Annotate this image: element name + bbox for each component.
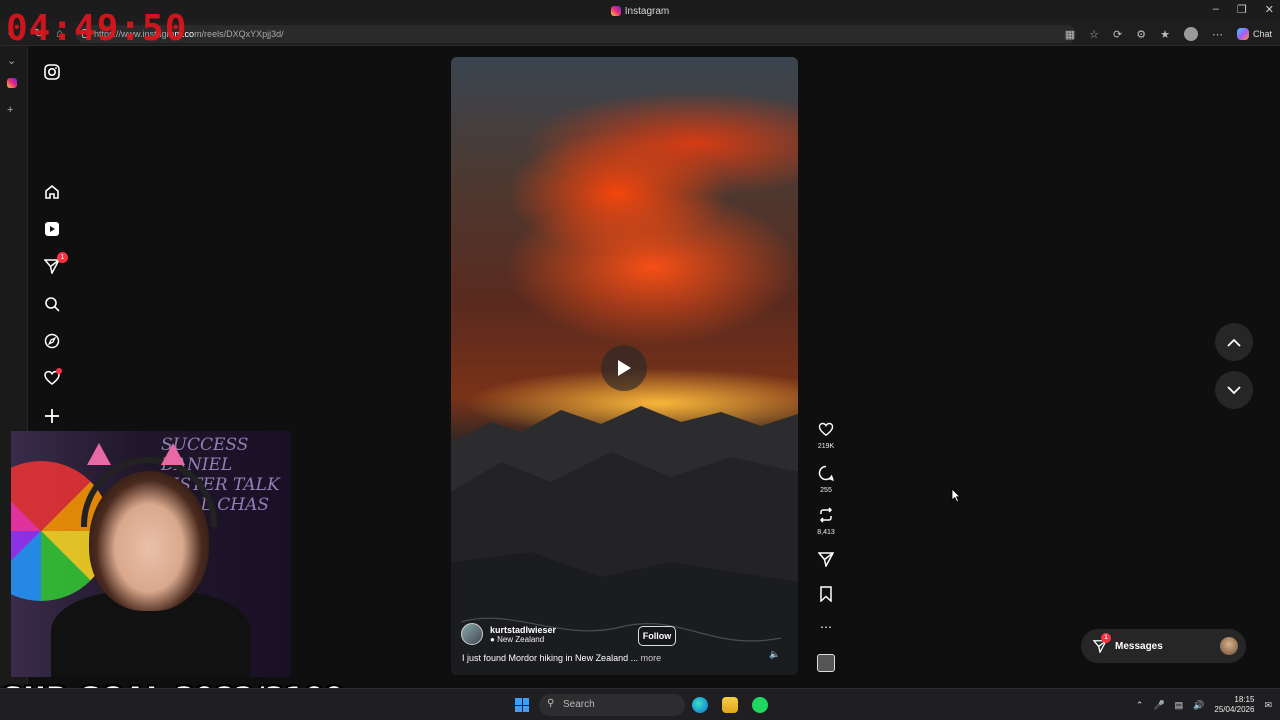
taskbar-search[interactable]: ⚲ Search bbox=[539, 694, 685, 716]
author-avatar[interactable] bbox=[461, 623, 483, 645]
network-icon[interactable]: ▤ bbox=[1175, 700, 1184, 711]
more-menu-icon[interactable]: ⋯ bbox=[1212, 28, 1223, 41]
heart-icon bbox=[818, 422, 834, 437]
volume-icon[interactable]: 🔊 bbox=[1193, 700, 1204, 711]
activity-heart-icon[interactable] bbox=[42, 368, 62, 388]
activity-dot-badge bbox=[56, 368, 62, 374]
windows-taskbar: ⚲ Search ⌃ 🎤 ▤ 🔊 18:15 25/04/2026 ✉ bbox=[0, 688, 1280, 720]
browser-essentials-icon[interactable]: ⚙ bbox=[1136, 28, 1146, 41]
more-options-icon[interactable]: ⋯ bbox=[812, 620, 840, 634]
microphone-icon[interactable]: 🎤 bbox=[1153, 700, 1164, 711]
chevron-down-icon bbox=[1227, 385, 1241, 394]
file-explorer-icon[interactable] bbox=[722, 697, 738, 713]
repost-button[interactable]: 8,413 bbox=[812, 507, 840, 536]
explore-nav-icon[interactable] bbox=[42, 331, 62, 351]
taskbar-clock[interactable]: 18:15 25/04/2026 bbox=[1214, 695, 1254, 715]
copilot-chat-button[interactable]: Chat bbox=[1236, 28, 1272, 40]
clock-time: 18:15 bbox=[1234, 695, 1255, 704]
notification-bell-icon[interactable]: ✉ bbox=[1264, 700, 1272, 711]
chat-label: Chat bbox=[1252, 29, 1272, 39]
windows-start-icon[interactable] bbox=[515, 698, 529, 712]
notifications-badge: 1 bbox=[57, 252, 68, 263]
next-reel-button[interactable] bbox=[1215, 371, 1253, 409]
audio-thumbnail[interactable] bbox=[817, 654, 835, 672]
cat-ear-left bbox=[87, 443, 111, 465]
instagram-logo-icon[interactable] bbox=[42, 62, 62, 82]
reel-author[interactable]: kurtstadlwieser ● New Zealand bbox=[461, 623, 556, 645]
taskbar-search-placeholder: Search bbox=[563, 699, 595, 710]
author-username[interactable]: kurtstadlwieser bbox=[490, 625, 556, 635]
window-title-text: Instagram bbox=[624, 5, 670, 17]
url-field[interactable]: https://www.instagram.com/reels/DXQxYXpj… bbox=[76, 25, 1076, 43]
screen: Instagram – ❐ ✕ ‹ ↻ ⌂ https://www.instag… bbox=[0, 0, 1280, 720]
mute-toggle-icon[interactable]: 🔈 bbox=[769, 649, 780, 660]
direct-nav-icon[interactable]: 1 bbox=[42, 252, 68, 276]
caption-more-link[interactable]: more bbox=[641, 653, 662, 663]
create-plus-icon[interactable] bbox=[42, 406, 62, 426]
favorites-icon[interactable]: ★ bbox=[1160, 28, 1170, 41]
play-icon bbox=[618, 360, 631, 376]
reels-nav-icon[interactable] bbox=[42, 219, 62, 239]
app-available-icon[interactable]: ▦ bbox=[1065, 28, 1075, 41]
system-tray: ⌃ 🎤 ▤ 🔊 18:15 25/04/2026 ✉ bbox=[1136, 695, 1272, 715]
like-count: 219K bbox=[817, 443, 835, 450]
address-bar: ‹ ↻ ⌂ https://www.instagram.com/reels/DX… bbox=[0, 22, 1280, 46]
chevron-down-icon[interactable]: ⌄ bbox=[7, 54, 16, 67]
share-icon bbox=[817, 552, 835, 569]
edge-browser-icon[interactable] bbox=[692, 697, 708, 713]
follow-button[interactable]: Follow bbox=[638, 626, 676, 646]
repost-count: 8,413 bbox=[817, 529, 835, 536]
mouse-cursor-icon bbox=[951, 488, 961, 503]
caption-text: I just found Mordor hiking in New Zealan… bbox=[462, 653, 639, 663]
tab-instagram[interactable] bbox=[7, 78, 17, 91]
reel-video[interactable]: kurtstadlwieser ● New Zealand Follow I j… bbox=[451, 57, 798, 675]
save-button[interactable] bbox=[812, 586, 840, 607]
browser-title-bar: Instagram – ❐ ✕ bbox=[0, 0, 1280, 22]
tray-overflow-icon[interactable]: ⌃ bbox=[1136, 700, 1144, 711]
window-title: Instagram bbox=[610, 5, 670, 17]
bookmark-icon bbox=[820, 586, 832, 603]
messages-label: Messages bbox=[1115, 640, 1163, 652]
reel-caption: I just found Mordor hiking in New Zealan… bbox=[462, 653, 661, 663]
messages-badge: 1 bbox=[1101, 633, 1111, 643]
spotify-icon[interactable] bbox=[752, 697, 768, 713]
profile-avatar[interactable] bbox=[1183, 27, 1198, 41]
share-button[interactable] bbox=[812, 551, 840, 572]
message-contact-avatar bbox=[1220, 637, 1238, 655]
close-icon[interactable]: ✕ bbox=[1265, 3, 1274, 16]
cat-ear-right bbox=[161, 443, 185, 465]
play-button[interactable] bbox=[601, 345, 647, 391]
clock-date: 25/04/2026 bbox=[1214, 705, 1255, 714]
comment-icon bbox=[818, 465, 835, 482]
like-button[interactable]: 219K bbox=[812, 422, 840, 450]
wall-text-word: TALK bbox=[232, 475, 280, 495]
minimize-icon[interactable]: – bbox=[1213, 3, 1219, 16]
webcam-overlay: SUCCESS DANIEL SISTER TALK NEAL CHAS bbox=[11, 431, 291, 677]
search-nav-icon[interactable] bbox=[42, 294, 62, 314]
restore-icon[interactable]: ❐ bbox=[1237, 3, 1247, 16]
repost-icon bbox=[819, 507, 833, 523]
window-controls: – ❐ ✕ bbox=[1213, 3, 1274, 16]
messages-button[interactable]: 1 Messages bbox=[1081, 629, 1246, 663]
instagram-tab-icon bbox=[7, 78, 17, 88]
author-info: kurtstadlwieser ● New Zealand bbox=[490, 625, 556, 644]
extensions-icon[interactable]: ⟳ bbox=[1113, 28, 1122, 41]
browser-toolbar: ▦ ☆ ⟳ ⚙ ★ ⋯ Chat bbox=[1065, 27, 1272, 41]
author-location[interactable]: ● New Zealand bbox=[490, 635, 556, 644]
instagram-favicon-icon bbox=[610, 6, 621, 16]
stream-timer: 04:49:50 bbox=[6, 8, 188, 49]
favorite-star-icon[interactable]: ☆ bbox=[1089, 28, 1099, 41]
location-pin-icon: ● bbox=[490, 634, 498, 644]
chevron-up-icon bbox=[1227, 338, 1241, 347]
home-nav-icon[interactable] bbox=[42, 182, 62, 202]
url-path: m/reels/DXQxYXpjj3d/ bbox=[194, 29, 284, 39]
location-text: New Zealand bbox=[497, 634, 545, 644]
comment-count: 255 bbox=[820, 487, 832, 494]
wall-text-word: CHAS bbox=[217, 495, 270, 515]
new-tab-icon[interactable]: + bbox=[7, 104, 13, 116]
previous-reel-button[interactable] bbox=[1215, 323, 1253, 361]
search-icon: ⚲ bbox=[547, 698, 555, 709]
comment-button[interactable]: 255 bbox=[812, 465, 840, 494]
copilot-icon bbox=[1236, 28, 1249, 40]
